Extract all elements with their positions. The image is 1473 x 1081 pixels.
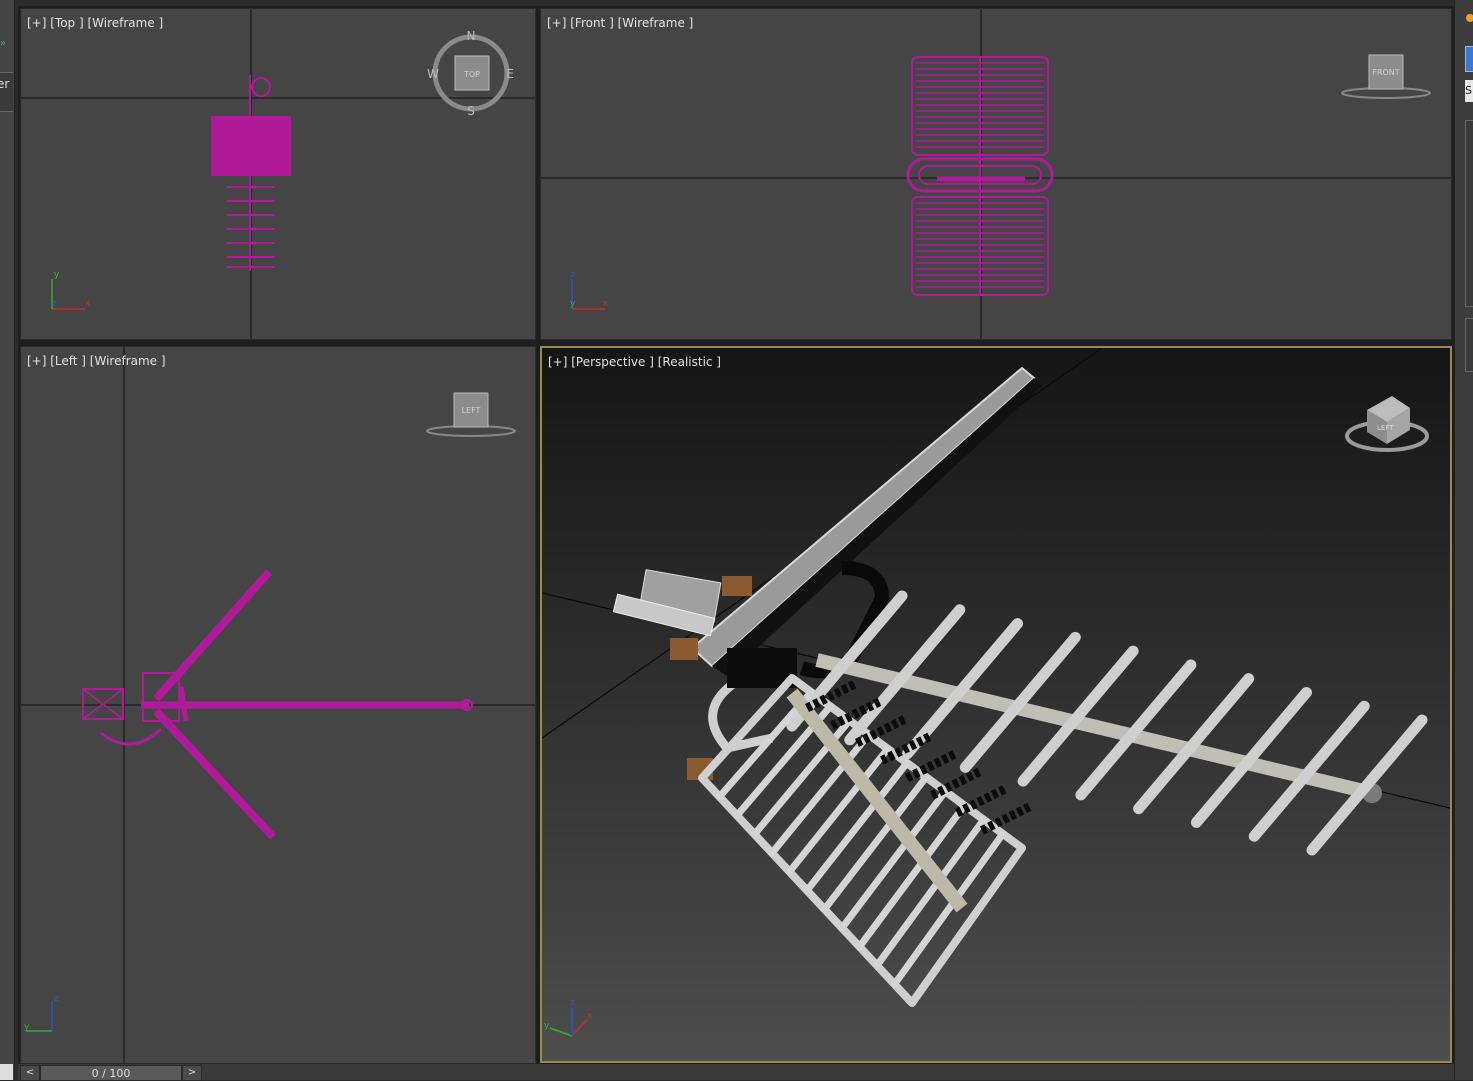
sun-icon[interactable]	[1466, 14, 1473, 22]
compass-west: W	[427, 67, 439, 81]
axis-x-label: x	[603, 299, 609, 309]
axis-z-label: z	[570, 270, 575, 280]
compass-north: N	[467, 29, 476, 43]
axis-y-label: y	[570, 299, 576, 309]
viewport-perspective[interactable]: [+] [Perspective ] [Realistic ] LEFT z y…	[540, 346, 1452, 1063]
viewport-front-canvas: FRONT z x y	[541, 9, 1451, 339]
viewport-perspective-canvas: LEFT z y x	[542, 348, 1450, 1061]
left-panel-tab[interactable]: er	[0, 72, 13, 112]
viewport-workspace: [+] [Top ] [Wireframe ] TOP N S E W y x …	[18, 6, 1454, 1064]
panel-color-swatch[interactable]	[1465, 46, 1473, 72]
viewport-left[interactable]: [+] [Left ] [Wireframe ] LEFT z y	[20, 346, 536, 1064]
viewport-left-canvas: LEFT z y	[21, 347, 535, 1063]
viewport-top[interactable]: [+] [Top ] [Wireframe ] TOP N S E W y x …	[20, 8, 536, 340]
axis-y-label: y	[24, 1022, 30, 1032]
antenna-top-wire	[211, 75, 291, 271]
viewport-top-canvas: TOP N S E W y x z	[21, 9, 535, 339]
panel-rollout-2[interactable]	[1465, 318, 1473, 372]
expand-chevron-icon[interactable]: »	[0, 38, 6, 49]
time-slider-bar: < 0 / 100 >	[18, 1064, 1454, 1081]
viewport-perspective-label[interactable]: [+] [Perspective ] [Realistic ]	[548, 355, 721, 369]
viewcube-front[interactable]: FRONT	[1341, 54, 1431, 99]
axis-z-label: z	[570, 998, 575, 1008]
axis-y-label: y	[54, 270, 60, 280]
axis-z-label: z	[54, 994, 59, 1004]
antenna-front-wire	[906, 56, 1054, 296]
time-slider[interactable]: 0 / 100	[40, 1065, 182, 1081]
viewport-top-label[interactable]: [+] [Top ] [Wireframe ]	[27, 16, 163, 30]
viewcube-face-label: LEFT	[1377, 424, 1394, 432]
left-panel-tab-label: er	[0, 77, 10, 91]
panel-rollout[interactable]	[1465, 120, 1473, 307]
viewcube-left[interactable]: LEFT	[426, 392, 516, 437]
axis-y-label: y	[544, 1021, 550, 1031]
panel-name-field[interactable]: S	[1465, 80, 1473, 102]
panel-name-field-text: S	[1465, 84, 1472, 97]
viewport-front[interactable]: [+] [Front ] [Wireframe ] FRONT z x y	[540, 8, 1452, 340]
command-panel: S	[1454, 0, 1473, 1080]
viewcube-compass[interactable]: TOP N S E W	[427, 29, 514, 118]
compass-east: E	[506, 67, 514, 81]
time-prev-button[interactable]: <	[20, 1065, 40, 1081]
axis-z-label: z	[52, 299, 57, 309]
left-bottom-button[interactable]	[0, 1064, 13, 1080]
axis-x-label: x	[85, 299, 91, 309]
time-next-button[interactable]: >	[182, 1065, 202, 1081]
axis-tripod: y x z	[51, 270, 91, 310]
compass-south: S	[467, 104, 475, 118]
antenna-side-wire	[82, 569, 473, 840]
viewport-front-label[interactable]: [+] [Front ] [Wireframe ]	[547, 16, 693, 30]
viewport-left-label[interactable]: [+] [Left ] [Wireframe ]	[27, 354, 166, 368]
axis-tripod: z x y	[570, 270, 609, 310]
viewcube-face-label: FRONT	[1372, 68, 1399, 77]
viewcube-face-label: LEFT	[462, 406, 481, 415]
left-command-strip: » er	[0, 0, 15, 1080]
axis-x-label: x	[587, 1011, 593, 1021]
axis-tripod: z y	[24, 994, 59, 1032]
viewcube-face-label: TOP	[463, 70, 480, 79]
